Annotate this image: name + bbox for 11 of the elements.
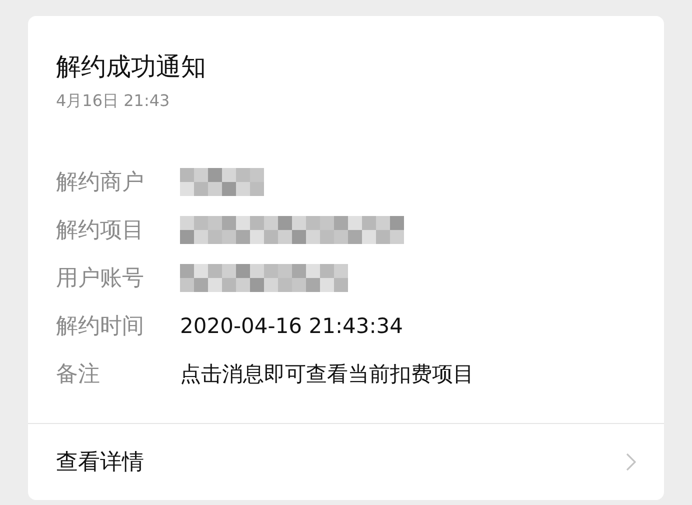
message-title: 解约成功通知 (56, 51, 207, 83)
field-label: 解约项目 (56, 217, 145, 245)
field-label: 解约商户 (56, 169, 145, 197)
details-link[interactable]: 查看详情 (28, 423, 664, 500)
field-label: 备注 (56, 361, 101, 389)
field-label: 解约时间 (56, 313, 145, 341)
field-value: 点击消息即可查看当前扣费项目 (180, 361, 474, 388)
message-time: 4月16日 21:43 (56, 90, 171, 112)
field-label: 用户账号 (56, 265, 145, 293)
chevron-right-icon (626, 453, 636, 471)
field-value: 2020-04-16 21:43:34 (180, 314, 404, 338)
